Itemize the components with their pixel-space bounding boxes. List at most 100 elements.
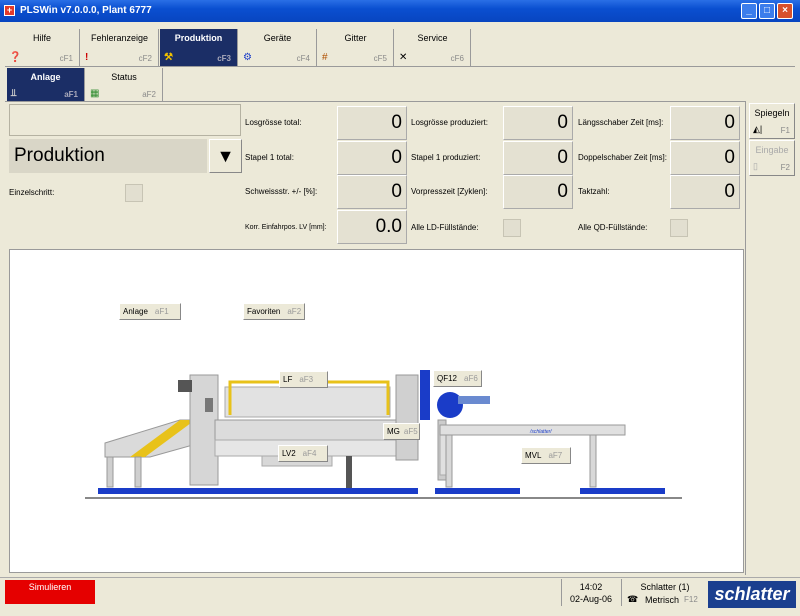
rail-right xyxy=(580,488,665,494)
taktzahl-label: Taktzahl: xyxy=(578,187,610,196)
minimize-button[interactable]: _ xyxy=(741,3,757,19)
alle-ld-fuellstaende-label: Alle LD-Füllstände: xyxy=(411,223,479,232)
qf12-button[interactable]: QF12 aF6 xyxy=(433,370,482,387)
stapel1-produziert-value[interactable]: 0 xyxy=(503,141,573,175)
weld-slide xyxy=(458,396,490,404)
tab-service[interactable]: Service ✕ cF6 xyxy=(395,29,471,66)
alle-ld-fuellstaende-checkbox[interactable] xyxy=(503,219,521,237)
laengsschaber-value[interactable]: 0 xyxy=(670,106,740,140)
korr-einfahrpos-value[interactable]: 0.0 xyxy=(337,210,407,244)
rail-left xyxy=(98,488,418,494)
doppelschaber-value[interactable]: 0 xyxy=(670,141,740,175)
grid-icon: # xyxy=(322,52,328,63)
korr-einfahrpos-label: Korr. Einfahrpos. LV [mm]: xyxy=(245,224,327,231)
tab-key: cF3 xyxy=(217,54,231,63)
tab-key: cF4 xyxy=(296,54,310,63)
table-leg xyxy=(134,456,142,488)
losgroesse-produziert-value[interactable]: 0 xyxy=(503,106,573,140)
weld-arm xyxy=(420,370,430,420)
mvl-button[interactable]: MVL aF7 xyxy=(521,447,571,464)
subtab-anlage[interactable]: Anlage ⫫ aF1 xyxy=(7,68,85,102)
plant-icon: ⫫ xyxy=(11,88,17,99)
subtab-label: Status xyxy=(111,72,137,82)
outfeed-leg xyxy=(589,434,597,488)
schweissstr-label: Schweissstr. +/- [%]: xyxy=(245,187,318,196)
spiegeln-button[interactable]: Spiegeln ◭| F1 xyxy=(749,103,795,139)
subtab-key: aF2 xyxy=(142,90,156,99)
spiegeln-key: F1 xyxy=(780,126,790,135)
dropdown-arrow-icon[interactable]: ▼ xyxy=(209,139,242,173)
subtab-divider xyxy=(5,101,745,102)
subtab-label: Anlage xyxy=(30,72,61,82)
right-column xyxy=(395,374,419,461)
tab-label: Geräte xyxy=(263,33,292,43)
mg-button[interactable]: MG aF5 xyxy=(383,423,420,440)
status-units-key: F12 xyxy=(684,595,698,604)
status-divider xyxy=(621,579,622,606)
anlage-machine-button[interactable]: Anlage aF1 xyxy=(119,303,181,320)
subtab-key: aF1 xyxy=(64,90,78,99)
tab-divider xyxy=(5,66,795,67)
stapel1-total-value[interactable]: 0 xyxy=(337,141,407,175)
tab-geraete[interactable]: Geräte ⚙ cF4 xyxy=(239,29,317,66)
simulieren-button[interactable]: Simulieren xyxy=(5,580,95,604)
product-name-box xyxy=(9,104,241,136)
right-divider xyxy=(745,101,746,575)
title-bar: + PLSWin v7.0.0.0, Plant 6777 _ □ × xyxy=(0,0,800,22)
vorpresszeit-value[interactable]: 0 xyxy=(503,175,573,209)
machine-diagram: /schlatter/ xyxy=(85,370,682,499)
subtab-status[interactable]: Status ▦ aF2 xyxy=(86,68,163,102)
production-icon: ⚒ xyxy=(164,52,173,63)
losgroesse-produziert-label: Losgrösse produziert: xyxy=(411,118,488,127)
exclamation-icon: ! xyxy=(85,52,89,63)
tab-hilfe[interactable]: Hilfe ❓ cF1 xyxy=(5,29,80,66)
laengsschaber-label: Längsschaber Zeit [ms]: xyxy=(578,118,664,127)
einzelschritt-label: Einzelschritt: xyxy=(9,188,55,197)
help-icon: ❓ xyxy=(9,52,22,63)
vorpresszeit-label: Vorpresszeit [Zyklen]: xyxy=(411,187,488,196)
motor-block xyxy=(178,380,192,392)
tab-key: cF5 xyxy=(373,54,387,63)
devices-icon: ⚙ xyxy=(243,52,252,63)
status-units[interactable]: Metrisch xyxy=(645,595,679,605)
tab-gitter[interactable]: Gitter # cF5 xyxy=(318,29,394,66)
weld-head xyxy=(437,392,463,418)
machine-canvas: /schlatter/ Anlage aF1 Favoriten aF2 LF aF3… xyxy=(9,249,744,573)
schweissstr-value[interactable]: 0 xyxy=(337,175,407,209)
favoriten-button[interactable]: Favoriten aF2 xyxy=(243,303,305,320)
alle-qd-fuellstaende-checkbox[interactable] xyxy=(670,219,688,237)
cylinder xyxy=(346,456,352,488)
tools-icon: ✕ xyxy=(399,52,408,63)
taktzahl-value[interactable]: 0 xyxy=(670,175,740,209)
table-leg xyxy=(106,456,114,488)
tab-fehleranzeige[interactable]: Fehleranzeige ! cF2 xyxy=(81,29,159,66)
tab-key: cF1 xyxy=(59,54,73,63)
outfeed-leg xyxy=(445,434,453,488)
eingabe-label: Eingabe xyxy=(755,145,789,155)
lf-housing xyxy=(224,386,391,418)
eingabe-button[interactable]: Eingabe ▯ F2 xyxy=(749,140,795,176)
status-date: 02-Aug-06 xyxy=(569,594,613,604)
product-select[interactable]: Produktion xyxy=(9,139,207,173)
maximize-button[interactable]: □ xyxy=(759,3,775,19)
tab-label: Hilfe xyxy=(32,33,51,43)
mirror-icon: ◭| xyxy=(753,124,763,134)
einzelschritt-checkbox[interactable] xyxy=(125,184,143,202)
spiegeln-label: Spiegeln xyxy=(754,108,790,118)
tab-label: Service xyxy=(417,33,448,43)
alle-qd-fuellstaende-label: Alle QD-Füllstände: xyxy=(578,223,648,232)
tab-label: Produktion xyxy=(174,33,223,43)
tab-label: Fehleranzeige xyxy=(90,33,149,43)
tab-produktion[interactable]: Produktion ⚒ cF3 xyxy=(160,29,238,66)
lv2-button[interactable]: LV2 aF4 xyxy=(278,445,328,462)
eingabe-key: F2 xyxy=(780,163,790,172)
app-icon: + xyxy=(4,5,15,16)
frame-column xyxy=(189,374,219,486)
tab-label: Gitter xyxy=(344,33,367,43)
frame-brand-text: /schlatter/ xyxy=(529,429,552,435)
close-button[interactable]: × xyxy=(777,3,793,19)
status-time: 14:02 xyxy=(579,582,603,592)
losgroesse-total-value[interactable]: 0 xyxy=(337,106,407,140)
status-icon: ▦ xyxy=(90,88,100,99)
lf-button[interactable]: LF aF3 xyxy=(279,371,328,388)
